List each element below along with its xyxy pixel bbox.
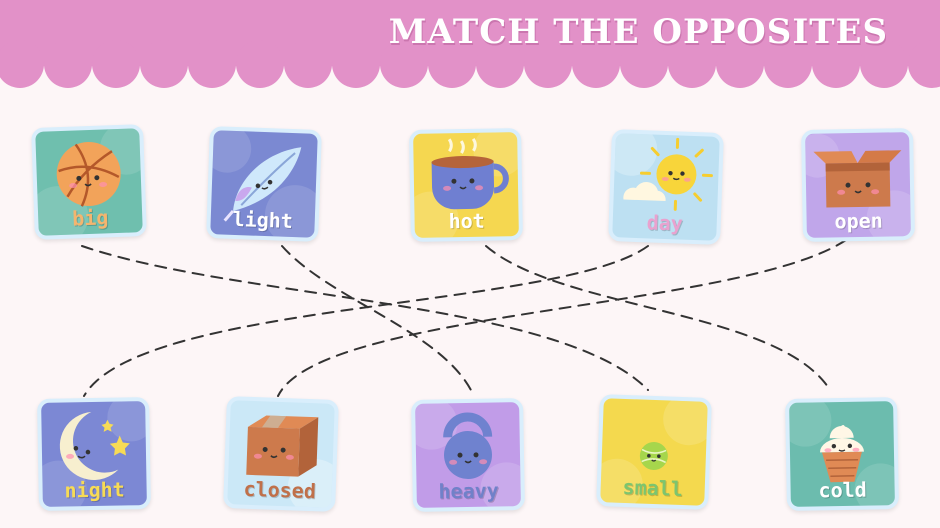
card-label-big: big	[71, 205, 109, 231]
card-night[interactable]: night	[37, 397, 151, 511]
card-label-cold: cold	[818, 477, 867, 503]
card-label-open: open	[834, 208, 883, 234]
card-heavy[interactable]: heavy	[411, 398, 525, 512]
card-label-small: small	[622, 474, 684, 502]
match-line-day-night	[83, 245, 649, 397]
card-label-heavy: heavy	[438, 478, 499, 504]
card-label-hot: hot	[448, 208, 485, 234]
card-light[interactable]: light	[206, 126, 322, 242]
match-line-big-small	[81, 245, 649, 391]
card-open[interactable]: open	[801, 128, 915, 242]
card-label-closed: closed	[243, 476, 317, 504]
card-day[interactable]: day	[608, 129, 724, 245]
card-hot[interactable]: hot	[409, 128, 523, 242]
match-line-hot-cold	[485, 245, 831, 391]
card-closed[interactable]: closed	[223, 396, 339, 512]
match-line-light-heavy	[281, 245, 473, 393]
card-label-night: night	[64, 477, 125, 503]
card-label-day: day	[646, 210, 684, 236]
card-small[interactable]: small	[596, 394, 712, 510]
card-label-light: light	[232, 206, 294, 234]
match-line-open-closed	[277, 239, 847, 397]
card-cold[interactable]: cold	[785, 397, 899, 511]
card-big[interactable]: big	[31, 124, 147, 240]
